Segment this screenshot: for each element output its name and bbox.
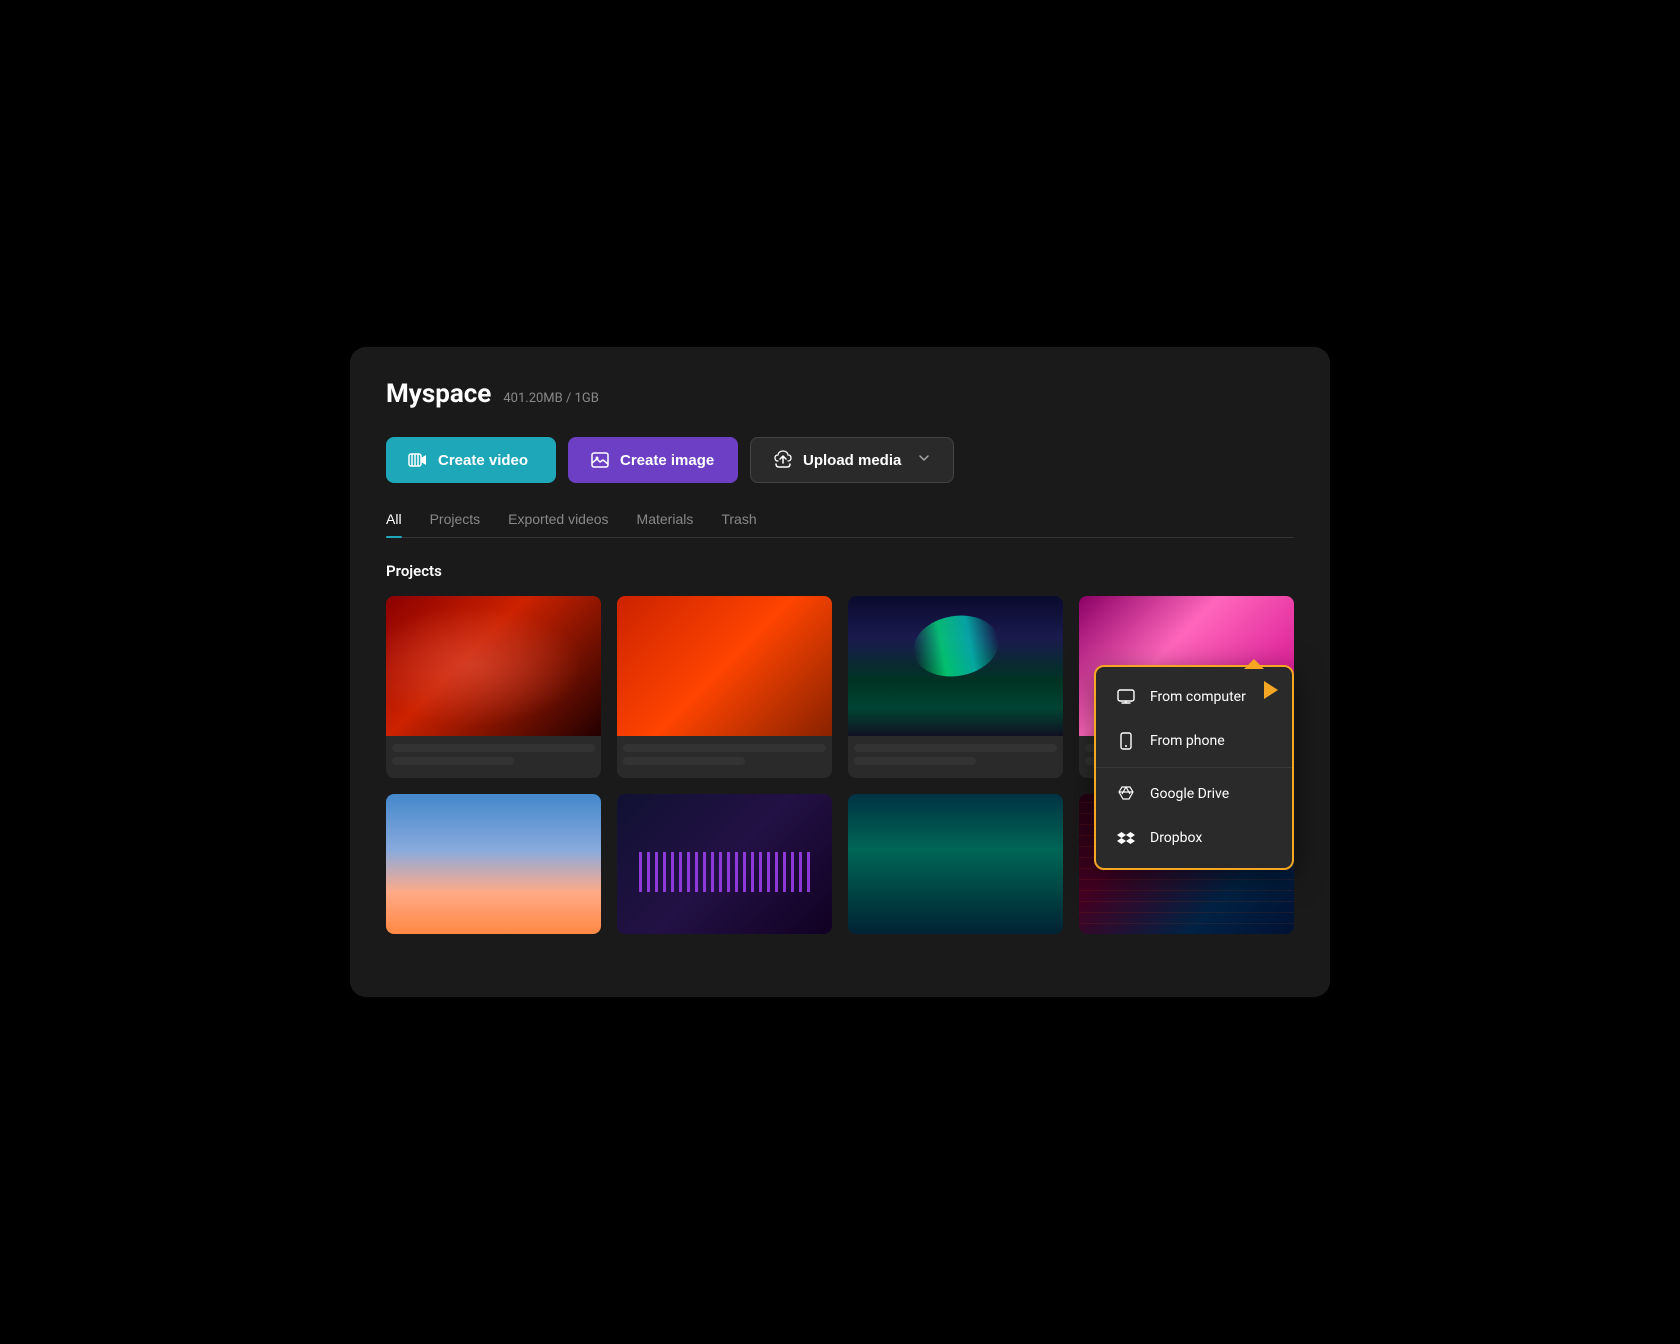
list-item[interactable] xyxy=(617,794,832,934)
create-video-button[interactable]: Create video xyxy=(386,437,556,483)
tab-trash[interactable]: Trash xyxy=(721,511,756,537)
meta-sub-bar xyxy=(623,757,745,765)
from-computer-label: From computer xyxy=(1150,689,1246,705)
thumbnail xyxy=(848,794,1063,934)
upload-media-button[interactable]: Upload media xyxy=(750,437,954,483)
chevron-down-icon xyxy=(917,451,931,469)
media-meta xyxy=(848,736,1063,778)
list-item[interactable] xyxy=(848,596,1063,778)
thumbnail xyxy=(848,596,1063,736)
dropdown-item-google-drive[interactable]: Google Drive xyxy=(1096,772,1292,816)
thumbnail xyxy=(617,596,832,736)
dropdown-item-from-phone[interactable]: From phone xyxy=(1096,719,1292,763)
cursor-arrow-icon xyxy=(1264,681,1278,699)
tab-all[interactable]: All xyxy=(386,511,402,537)
list-item[interactable] xyxy=(617,596,832,778)
dropdown-item-from-computer[interactable]: From computer xyxy=(1096,675,1292,719)
google-drive-icon xyxy=(1116,784,1136,804)
video-icon xyxy=(408,450,428,470)
upload-icon xyxy=(773,450,793,470)
media-meta xyxy=(386,736,601,778)
app-container: Myspace 401.20MB / 1GB Create video xyxy=(350,347,1330,997)
meta-sub-bar xyxy=(854,757,976,765)
google-drive-label: Google Drive xyxy=(1150,786,1229,802)
meta-title-bar xyxy=(623,744,826,752)
upload-media-label: Upload media xyxy=(803,452,901,469)
dropdown-item-dropbox[interactable]: Dropbox xyxy=(1096,816,1292,860)
phone-icon xyxy=(1116,731,1136,751)
tab-materials[interactable]: Materials xyxy=(637,511,694,537)
storage-info: 401.20MB / 1GB xyxy=(503,391,598,406)
header: Myspace 401.20MB / 1GB xyxy=(386,379,1294,409)
dropbox-icon xyxy=(1116,828,1136,848)
from-phone-label: From phone xyxy=(1150,733,1225,749)
thumbnail xyxy=(386,596,601,736)
list-item[interactable] xyxy=(848,794,1063,934)
computer-icon xyxy=(1116,687,1136,707)
action-buttons: Create video Create image Upload med xyxy=(386,437,1294,483)
tabs-bar: All Projects Exported videos Materials T… xyxy=(386,511,1294,538)
create-video-label: Create video xyxy=(438,452,528,469)
list-item[interactable] xyxy=(386,794,601,934)
meta-title-bar xyxy=(392,744,595,752)
image-icon xyxy=(590,450,610,470)
thumbnail xyxy=(386,794,601,934)
create-image-button[interactable]: Create image xyxy=(568,437,738,483)
dropbox-label: Dropbox xyxy=(1150,830,1202,846)
meta-title-bar xyxy=(854,744,1057,752)
upload-dropdown: From computer From phone Google Drive xyxy=(1094,665,1294,870)
list-item[interactable] xyxy=(386,596,601,778)
tab-projects[interactable]: Projects xyxy=(430,511,481,537)
dropdown-arrow xyxy=(1244,659,1264,669)
app-title: Myspace xyxy=(386,379,491,409)
create-image-label: Create image xyxy=(620,452,714,469)
meta-sub-bar xyxy=(392,757,514,765)
media-meta xyxy=(617,736,832,778)
dropdown-separator xyxy=(1096,767,1292,768)
thumbnail xyxy=(617,794,832,934)
projects-section-title: Projects xyxy=(386,562,1294,580)
tab-exported-videos[interactable]: Exported videos xyxy=(508,511,608,537)
